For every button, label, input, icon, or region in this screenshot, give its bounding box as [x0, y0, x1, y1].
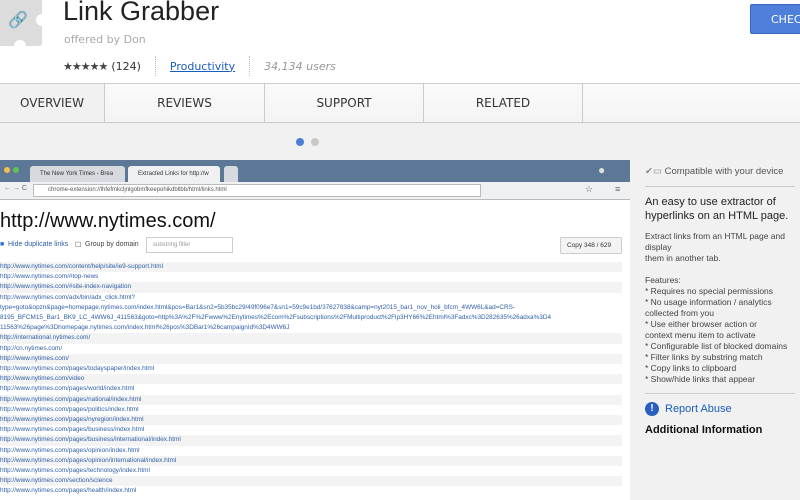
rating-stars: ★★★★★	[63, 59, 108, 73]
extension-title: Link Grabber	[63, 0, 220, 26]
summary-line: hyperlinks on an HTML page.	[645, 210, 789, 222]
link-row: http://www.nytimes.com/video	[0, 374, 622, 385]
additional-info-heading: Additional Information	[645, 424, 763, 436]
carousel-dot[interactable]	[311, 138, 319, 146]
link-row: http://www.nytimes.com/pages/opinion/ind…	[0, 446, 140, 454]
checkbox-icon: ☐	[75, 242, 82, 249]
divider	[645, 393, 795, 394]
hide-duplicates-label: Hide duplicate links	[8, 241, 69, 248]
group-by-domain-label: Group by domain	[85, 241, 139, 248]
link-row: http://www.nytimes.com/	[0, 353, 622, 365]
description: Extract links from an HTML page and disp…	[645, 231, 788, 384]
filter-input: substring filter	[146, 237, 233, 253]
link-row: http://www.nytimes.com/pages/politics/in…	[0, 405, 139, 413]
link-row: http://www.nytimes.com/content/help/site…	[0, 262, 622, 273]
divider	[154, 56, 156, 76]
divider	[645, 186, 795, 187]
tab-related[interactable]: RELATED	[424, 84, 583, 122]
menu-icon: ≡	[615, 184, 621, 194]
user-count: 34,134 users	[264, 59, 336, 73]
summary-line: An easy to use extractor of	[645, 196, 776, 208]
incognito-icon: ●	[598, 163, 606, 177]
tab-overview[interactable]: OVERVIEW	[0, 84, 105, 122]
compatible-icon: ✔▭	[645, 166, 662, 177]
detail-tabs: OVERVIEW REVIEWS SUPPORT RELATED	[0, 83, 800, 123]
link-row: http://cn.nytimes.com/	[0, 344, 63, 352]
report-abuse-link[interactable]: Report Abuse	[665, 403, 732, 415]
link-row: http://www.nytimes.com/pages/todayspaper…	[0, 365, 155, 373]
link-list: http://www.nytimes.com/content/help/site…	[0, 262, 622, 497]
link-row: http://www.nytimes.com/#top-news	[0, 273, 99, 281]
offered-by: offered by Don	[64, 33, 146, 46]
star-icon: ☆	[585, 184, 594, 194]
sidebar: ✔▭ Compatible with your device An easy t…	[645, 160, 795, 436]
link-row: http://www.nytimes.com/section/science	[0, 476, 622, 487]
link-row: http://www.nytimes.com/pages/technology/…	[0, 467, 150, 475]
tab-support[interactable]: SUPPORT	[265, 84, 424, 122]
link-row: http://www.nytimes.com/pages/opinion/int…	[0, 455, 622, 467]
link-row: http://www.nytimes.com/pages/nyregion/in…	[0, 415, 622, 426]
add-to-chrome-button[interactable]: CHEC	[750, 4, 800, 34]
extension-icon: 🔗	[0, 0, 48, 52]
link-row: http://www.nytimes.com/pages/world/index…	[0, 385, 135, 393]
link-row: http://www.nytimes.com/adx/bin/adx_click…	[0, 293, 552, 332]
link-row: http://www.nytimes.com/pages/health/inde…	[0, 487, 137, 495]
link-row: http://www.nytimes.com/pages/business/in…	[0, 426, 145, 434]
browser-tab-active: Extracted Links for http://w	[128, 166, 220, 182]
alert-icon: !	[645, 402, 659, 416]
browser-tab: The New York Times - Brea	[30, 166, 125, 182]
copy-button: Copy 348 / 629	[560, 237, 622, 254]
tab-reviews[interactable]: REVIEWS	[105, 84, 265, 122]
link-row: http://international.nytimes.com/	[0, 333, 622, 344]
page-heading: http://www.nytimes.com/	[0, 210, 216, 232]
category-link[interactable]: Productivity	[170, 60, 235, 73]
carousel-dot-active[interactable]	[296, 138, 304, 146]
nav-icons: ← → C	[4, 185, 27, 192]
divider	[249, 56, 251, 76]
link-row: http://www.nytimes.com/#site-index-navig…	[0, 282, 622, 293]
link-row: http://www.nytimes.com/pages/national/in…	[0, 394, 622, 405]
item-header: 🔗 Link Grabber offered by Don ★★★★★ (124…	[0, 0, 800, 83]
rating-count[interactable]: (124)	[111, 60, 141, 73]
checkbox-checked-icon: ■	[0, 241, 5, 248]
new-tab	[224, 166, 238, 182]
link-row: http://www.nytimes.com/pages/business/in…	[0, 435, 622, 446]
address-bar: chrome-extension://lhfefmkcljnlgobmfkeep…	[33, 184, 481, 197]
screenshot-image: The New York Times - Brea Extracted Link…	[0, 160, 630, 500]
compatible-text: Compatible with your device	[664, 166, 784, 177]
